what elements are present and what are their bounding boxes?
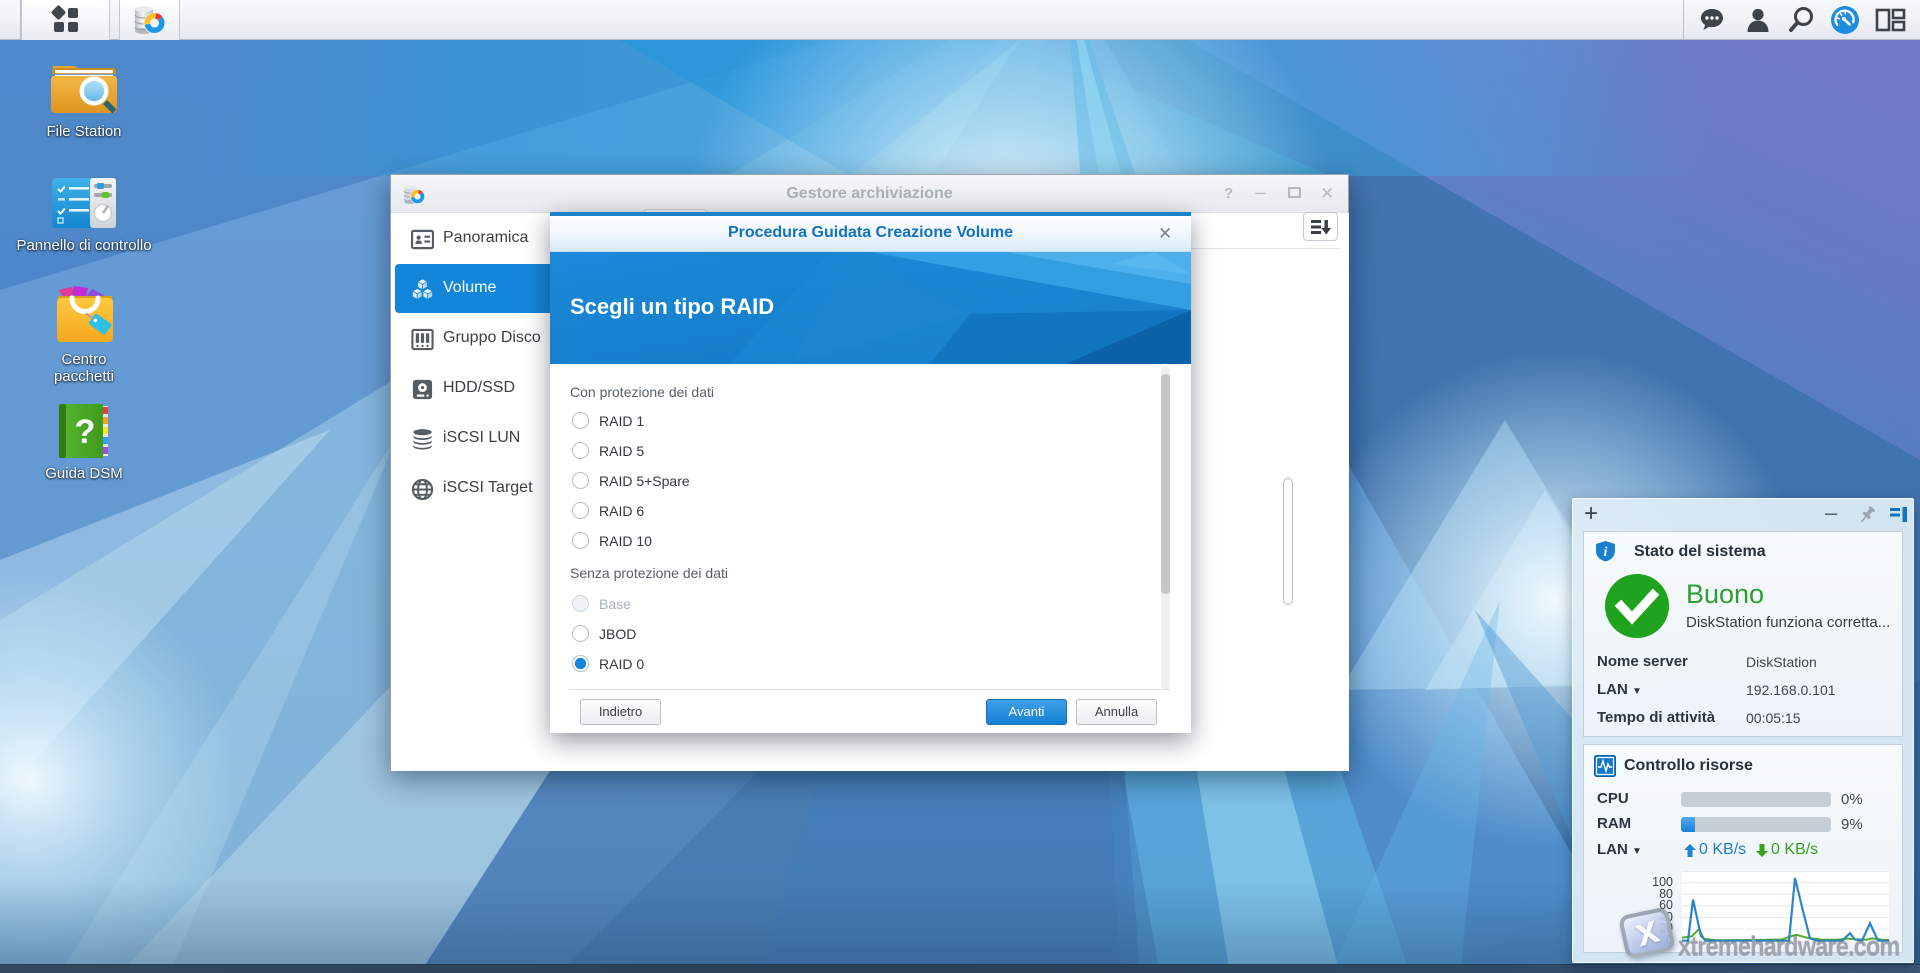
svg-text:?: ? xyxy=(75,413,96,451)
svg-text:i: i xyxy=(1604,545,1608,560)
